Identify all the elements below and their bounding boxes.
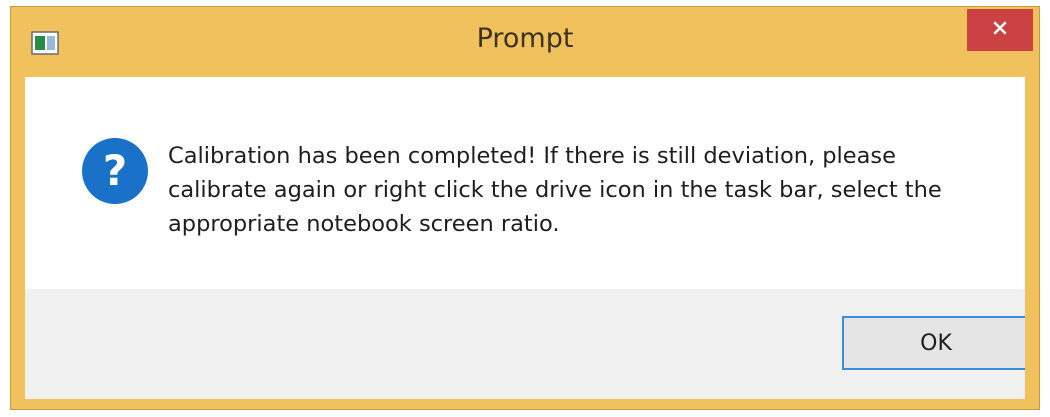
button-footer: OK (25, 289, 1025, 399)
message-area: ? Calibration has been completed! If the… (25, 77, 1025, 289)
title-bar[interactable]: Prompt (11, 7, 1039, 77)
close-button[interactable] (967, 9, 1033, 51)
svg-text:?: ? (103, 146, 127, 195)
close-icon (992, 20, 1008, 40)
window-title: Prompt (476, 23, 574, 54)
message-text: Calibration has been completed! If there… (168, 143, 942, 237)
ok-button[interactable]: OK (842, 316, 1025, 370)
dialog-content: ? Calibration has been completed! If the… (25, 77, 1025, 399)
question-icon: ? (81, 137, 149, 205)
dialog-window: Prompt ? Calibration has been completed!… (10, 6, 1040, 410)
